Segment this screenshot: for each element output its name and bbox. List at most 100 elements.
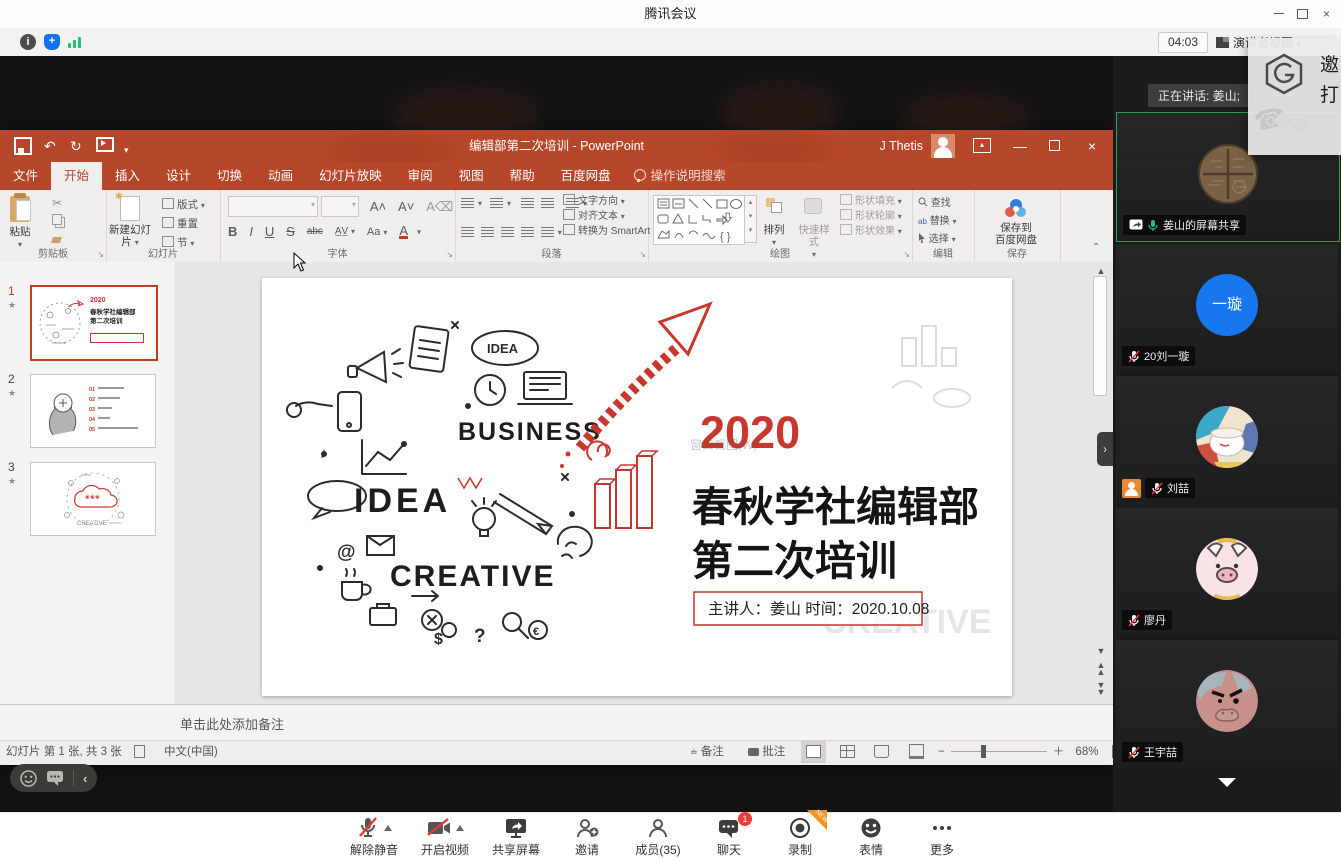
scroll-more-participants-icon[interactable]: [1218, 778, 1236, 787]
save-to-baidu-button[interactable]: 保存到百度网盘: [988, 222, 1044, 246]
comments-toggle[interactable]: 批注: [748, 741, 785, 764]
sidebar-collapse-handle[interactable]: ›: [1097, 432, 1113, 466]
increase-indent-icon[interactable]: [541, 198, 554, 208]
tell-me-search[interactable]: 操作说明搜索: [624, 162, 736, 190]
notes-toggle[interactable]: ≐ 备注: [690, 741, 724, 764]
tab-view[interactable]: 视图: [446, 162, 497, 190]
close-icon[interactable]: ×: [1320, 8, 1333, 20]
grow-font-icon[interactable]: A˄: [370, 199, 386, 214]
dialog-launcher-icon[interactable]: ↘: [97, 250, 104, 259]
italic-icon[interactable]: I: [249, 224, 253, 239]
meeting-info-icon[interactable]: i: [20, 34, 36, 50]
popup-menu-item[interactable]: 打: [1320, 80, 1339, 107]
slide-thumbnail-1[interactable]: 2020 春秋学社编辑部 第二次培训: [30, 285, 158, 361]
slide[interactable]: CREATIVE: [262, 278, 1012, 696]
dialog-launcher-icon[interactable]: ↘: [639, 250, 646, 259]
justify-icon[interactable]: [521, 227, 534, 237]
shape-fill-button[interactable]: 形状填充 ▾: [840, 194, 902, 209]
char-spacing-icon[interactable]: A̲V̲ ▾: [335, 226, 355, 237]
clear-format-icon[interactable]: A⌫: [426, 199, 453, 215]
ppt-restore-icon[interactable]: [1037, 130, 1071, 162]
invite-button[interactable]: 邀请: [558, 815, 616, 858]
slide-sorter-icon[interactable]: [840, 745, 855, 758]
quick-reactions-pill[interactable]: ‹: [10, 764, 97, 792]
slideshow-view-icon[interactable]: [909, 744, 924, 759]
shape-outline-button[interactable]: 形状轮廓 ▾: [840, 209, 902, 224]
copy-icon[interactable]: [52, 214, 62, 228]
previous-slide-icon[interactable]: ▲▲: [1094, 662, 1108, 676]
video-options-caret[interactable]: [456, 825, 464, 831]
columns-icon[interactable]: [541, 227, 554, 237]
share-screen-button[interactable]: 共享屏幕: [487, 815, 545, 858]
reset-button[interactable]: 重置: [162, 216, 198, 231]
zoom-out-icon[interactable]: −: [938, 746, 945, 758]
security-shield-icon[interactable]: +: [44, 34, 60, 50]
members-button[interactable]: 成员(35): [629, 815, 687, 858]
zoom-in-icon[interactable]: ＋: [1053, 746, 1065, 758]
text-direction-button[interactable]: 文字方向 ▾: [563, 194, 657, 209]
participant-tile[interactable]: 刘喆: [1116, 376, 1338, 504]
scroll-up-icon[interactable]: ▲: [1094, 266, 1108, 276]
change-case-icon[interactable]: Aa ▾: [367, 226, 388, 238]
align-left-icon[interactable]: [461, 227, 474, 237]
start-video-button[interactable]: 开启视频: [416, 815, 474, 858]
scroll-down-icon[interactable]: ▼: [1094, 646, 1108, 656]
find-button[interactable]: 查找: [918, 196, 974, 211]
align-text-button[interactable]: 对齐文本 ▾: [563, 209, 657, 224]
language-status[interactable]: 中文(中国): [164, 741, 218, 764]
spellcheck-icon[interactable]: [134, 741, 145, 764]
participant-tile[interactable]: 王宇喆: [1116, 640, 1338, 768]
smiley-icon[interactable]: [20, 770, 37, 787]
smartart-button[interactable]: 转换为 SmartArt ▾: [563, 224, 657, 239]
chat-button[interactable]: 1 聊天: [700, 815, 758, 858]
more-button[interactable]: 更多: [913, 815, 971, 858]
next-slide-icon[interactable]: ▼▼: [1094, 682, 1108, 696]
vertical-scrollbar[interactable]: [1093, 276, 1107, 396]
invite-popup[interactable]: ☎ 邀 打: [1248, 38, 1341, 155]
bullets-icon[interactable]: [461, 198, 474, 208]
normal-view-icon[interactable]: [806, 745, 821, 758]
dialog-launcher-icon[interactable]: ↘: [903, 250, 910, 259]
font-size-select[interactable]: [321, 196, 359, 217]
cut-icon[interactable]: ✂: [52, 196, 62, 210]
network-signal-icon[interactable]: [68, 34, 84, 50]
tab-animations[interactable]: 动画: [255, 162, 306, 190]
tab-file[interactable]: 文件: [0, 162, 51, 190]
collapse-ribbon-icon[interactable]: ⌃: [1092, 242, 1100, 253]
tab-help[interactable]: 帮助: [497, 162, 548, 190]
record-button[interactable]: NEW 录制: [771, 815, 829, 858]
font-color-icon[interactable]: A: [399, 225, 408, 239]
bold-icon[interactable]: B: [228, 224, 237, 239]
shrink-font-icon[interactable]: A˅: [398, 199, 414, 214]
align-right-icon[interactable]: [501, 227, 514, 237]
participant-tile[interactable]: 一璇 20刘一璇: [1116, 244, 1338, 372]
tab-baidu-netdisk[interactable]: 百度网盘: [548, 162, 624, 190]
notes-pane[interactable]: 单击此处添加备注: [0, 704, 1113, 741]
align-center-icon[interactable]: [481, 227, 494, 237]
underline-icon[interactable]: U: [265, 224, 274, 239]
slide-thumbnail-3[interactable]: ❀❀❀ CREATIVE: [30, 462, 156, 536]
decrease-indent-icon[interactable]: [521, 198, 534, 208]
tab-insert[interactable]: 插入: [102, 162, 153, 190]
tab-transitions[interactable]: 切换: [204, 162, 255, 190]
mic-options-caret[interactable]: [384, 825, 392, 831]
dialog-launcher-icon[interactable]: ↘: [446, 250, 453, 259]
reading-view-icon[interactable]: [874, 745, 889, 758]
ribbon-display-options-icon[interactable]: ▴: [973, 138, 991, 153]
chat-bubble-icon[interactable]: [46, 770, 64, 786]
avatar[interactable]: [931, 134, 955, 158]
participant-tile[interactable]: 廖丹: [1116, 508, 1338, 636]
tab-slideshow[interactable]: 幻灯片放映: [306, 162, 395, 190]
layout-button[interactable]: 版式 ▾: [162, 197, 205, 212]
tab-review[interactable]: 审阅: [395, 162, 446, 190]
numbering-icon[interactable]: [490, 198, 503, 208]
minimize-icon[interactable]: [1272, 8, 1285, 20]
shapes-gallery[interactable]: { }: [653, 195, 745, 245]
unmute-button[interactable]: 解除静音: [345, 815, 403, 858]
popup-menu-item[interactable]: 邀: [1320, 50, 1339, 77]
zoom-slider[interactable]: [951, 751, 1047, 752]
shape-effects-button[interactable]: 形状效果 ▾: [840, 224, 902, 239]
ppt-close-icon[interactable]: ×: [1075, 130, 1109, 162]
emoji-button[interactable]: 表情: [842, 815, 900, 858]
tab-design[interactable]: 设计: [153, 162, 204, 190]
